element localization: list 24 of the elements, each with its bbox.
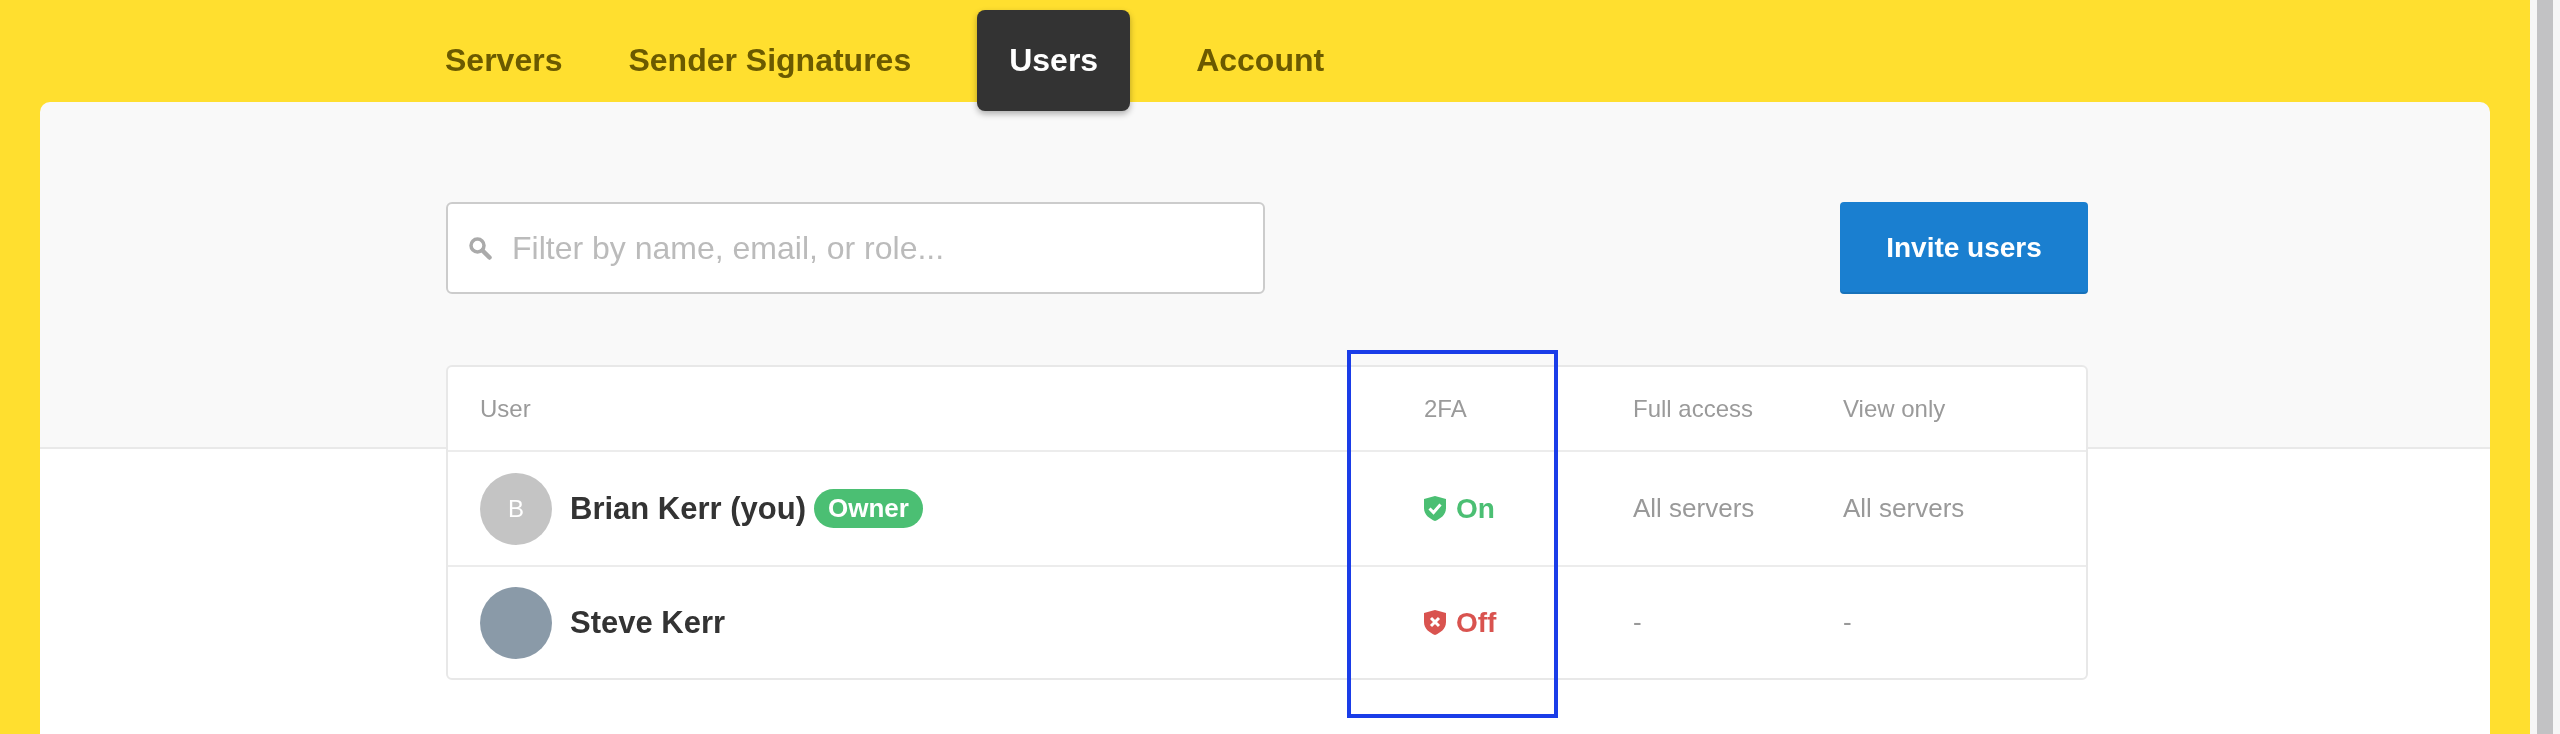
user-name: Brian Kerr (you) bbox=[570, 490, 806, 527]
table-cell: - bbox=[1633, 607, 1642, 638]
avatar-initial: B bbox=[480, 472, 552, 545]
column-header: User bbox=[480, 394, 531, 423]
nav-tab[interactable]: Servers bbox=[412, 10, 596, 111]
two-factor-status: On bbox=[1456, 492, 1495, 525]
search-icon bbox=[468, 236, 492, 260]
nav-tab[interactable]: Sender Signatures bbox=[595, 10, 945, 111]
nav-tab[interactable]: Users bbox=[977, 10, 1131, 111]
scrollbar[interactable] bbox=[2530, 0, 2560, 734]
table-cell: All servers bbox=[1633, 493, 1755, 524]
invite-users-button[interactable]: Invite users bbox=[1840, 202, 2088, 294]
table-cell: - bbox=[1843, 607, 1852, 638]
column-header: Full access bbox=[1633, 394, 1754, 423]
nav-tab[interactable]: Account bbox=[1163, 10, 1358, 111]
search-field[interactable]: Filter by name, email, or role... bbox=[446, 202, 1265, 294]
two-factor-status: Off bbox=[1456, 606, 1497, 639]
column-header: 2FA bbox=[1424, 394, 1467, 423]
role-badge: Owner bbox=[814, 489, 923, 528]
shield-check-icon bbox=[1424, 496, 1446, 521]
user-name: Steve Kerr bbox=[570, 604, 726, 641]
column-header: View only bbox=[1843, 394, 1946, 423]
shield-x-icon bbox=[1424, 610, 1446, 635]
table-cell: All servers bbox=[1843, 493, 1965, 524]
